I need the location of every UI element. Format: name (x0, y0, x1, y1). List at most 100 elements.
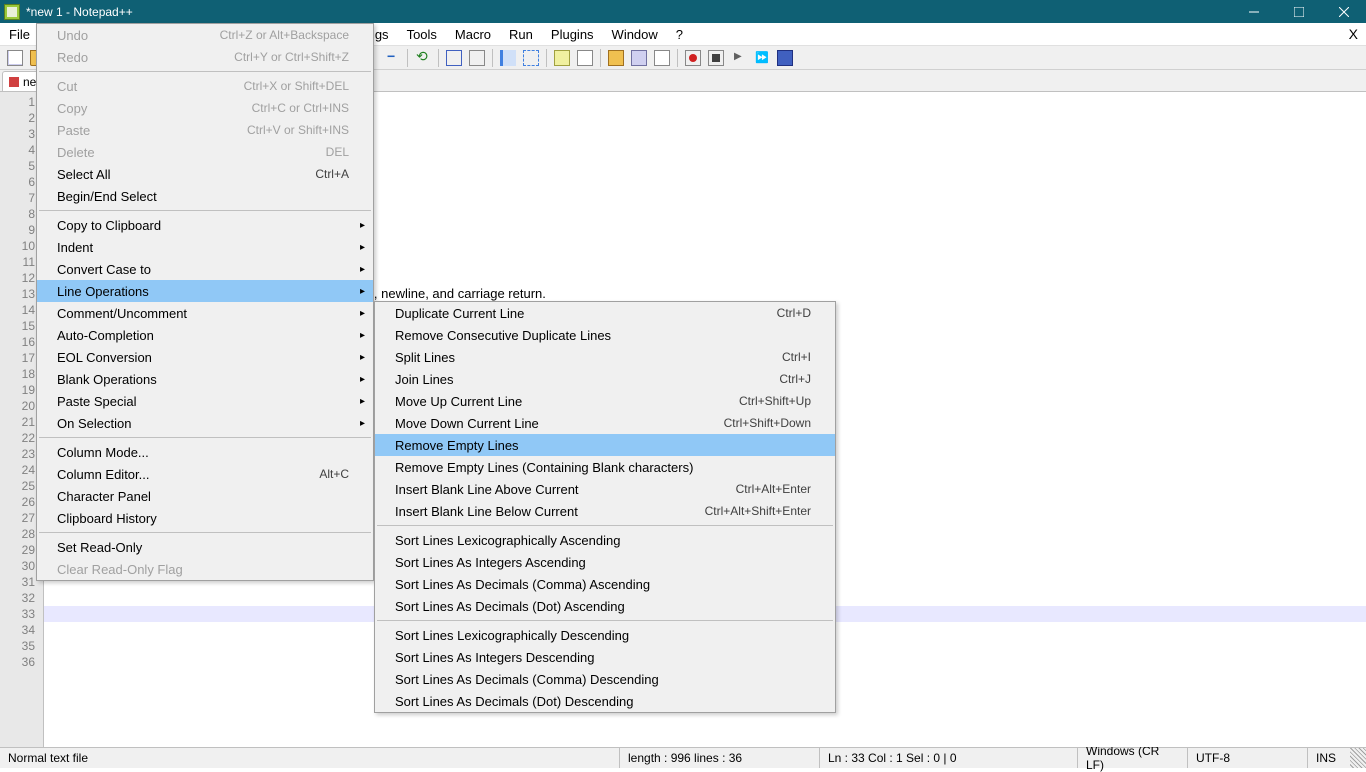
edit-menu-item-line-operations[interactable]: Line Operations▸ (37, 280, 373, 302)
toolbar-guide-button[interactable] (520, 47, 542, 69)
toolbar-mon-button[interactable] (628, 47, 650, 69)
toolbar-new-button[interactable] (4, 47, 26, 69)
lineops-item-duplicate-current-line[interactable]: Duplicate Current LineCtrl+D (375, 302, 835, 324)
menu-item-shortcut: DEL (326, 145, 349, 159)
lineops-item-sort-lines-as-decimals-dot-ascending[interactable]: Sort Lines As Decimals (Dot) Ascending (375, 595, 835, 617)
menu-item-label: Sort Lines As Integers Descending (395, 650, 811, 665)
menu-run[interactable]: Run (500, 23, 542, 45)
edit-menu-item-set-read-only[interactable]: Set Read-Only (37, 536, 373, 558)
lineops-item-remove-consecutive-duplicate-lines[interactable]: Remove Consecutive Duplicate Lines (375, 324, 835, 346)
sync-icon (415, 50, 431, 66)
toolbar-ff-button[interactable] (751, 47, 773, 69)
maximize-button[interactable] (1276, 0, 1321, 23)
menu-item-shortcut: Ctrl+D (777, 306, 811, 320)
lineops-item-move-up-current-line[interactable]: Move Up Current LineCtrl+Shift+Up (375, 390, 835, 412)
status-bar: Normal text file length : 996 lines : 36… (0, 747, 1366, 768)
edit-menu-item-column-mode[interactable]: Column Mode... (37, 441, 373, 463)
toolbar-indent-button[interactable] (497, 47, 519, 69)
menu-tools[interactable]: Tools (398, 23, 446, 45)
toolbar-separator (677, 49, 678, 67)
submenu-arrow-icon: ▸ (360, 220, 365, 231)
toolbar-stop-button[interactable] (705, 47, 727, 69)
toolbar-sync-button[interactable] (412, 47, 434, 69)
edit-menu-item-undo: UndoCtrl+Z or Alt+Backspace (37, 24, 373, 46)
menu-item-label: Cut (57, 79, 244, 94)
menu-help[interactable]: ? (667, 23, 692, 45)
edit-menu-item-column-editor[interactable]: Column Editor...Alt+C (37, 463, 373, 485)
lineops-separator (377, 525, 833, 526)
toolbar-lang-button[interactable] (551, 47, 573, 69)
edit-menu-item-begin-end-select[interactable]: Begin/End Select (37, 185, 373, 207)
menu-item-label: Sort Lines As Decimals (Comma) Descendin… (395, 672, 811, 687)
menu-item-shortcut: Ctrl+X or Shift+DEL (244, 79, 349, 93)
toolbar-folder-button[interactable] (605, 47, 627, 69)
toolbar-separator (600, 49, 601, 67)
menu-item-label: Set Read-Only (57, 540, 349, 555)
savem-icon (777, 50, 793, 66)
close-button[interactable] (1321, 0, 1366, 23)
edit-menu-item-copy-to-clipboard[interactable]: Copy to Clipboard▸ (37, 214, 373, 236)
lineops-item-insert-blank-line-above-current[interactable]: Insert Blank Line Above CurrentCtrl+Alt+… (375, 478, 835, 500)
menu-item-label: EOL Conversion (57, 350, 349, 365)
lineops-item-remove-empty-lines[interactable]: Remove Empty Lines (375, 434, 835, 456)
chars-icon (469, 50, 485, 66)
submenu-arrow-icon: ▸ (360, 308, 365, 319)
line-number: 35 (0, 638, 43, 654)
edit-menu-item-indent[interactable]: Indent▸ (37, 236, 373, 258)
toolbar-separator (492, 49, 493, 67)
edit-menu-item-paste-special[interactable]: Paste Special ▸ (37, 390, 373, 412)
edit-menu-item-select-all[interactable]: Select AllCtrl+A (37, 163, 373, 185)
resize-grip[interactable] (1350, 748, 1366, 768)
menu-window[interactable]: Window (603, 23, 667, 45)
wrap-icon (446, 50, 462, 66)
menu-item-label: On Selection (57, 416, 349, 431)
toolbar-chars-button[interactable] (466, 47, 488, 69)
edit-menu-item-blank-operations[interactable]: Blank Operations▸ (37, 368, 373, 390)
lineops-item-sort-lines-as-decimals-comma-ascending[interactable]: Sort Lines As Decimals (Comma) Ascending (375, 573, 835, 595)
edit-menu-item-cut: CutCtrl+X or Shift+DEL (37, 75, 373, 97)
line-number: 34 (0, 622, 43, 638)
menubar-close-icon[interactable]: X (1341, 23, 1366, 45)
toolbar-doc-button[interactable] (651, 47, 673, 69)
menu-item-shortcut: Ctrl+C or Ctrl+INS (252, 101, 349, 115)
lineops-item-sort-lines-lexicographically-descending[interactable]: Sort Lines Lexicographically Descending (375, 624, 835, 646)
zoomout-icon (384, 50, 400, 66)
menu-file[interactable]: File (0, 23, 39, 45)
lineops-item-sort-lines-as-integers-descending[interactable]: Sort Lines As Integers Descending (375, 646, 835, 668)
menu-plugins[interactable]: Plugins (542, 23, 603, 45)
lineops-item-remove-empty-lines-containing-blank-characters[interactable]: Remove Empty Lines (Containing Blank cha… (375, 456, 835, 478)
menu-item-label: Redo (57, 50, 234, 65)
toolbar-play-button[interactable] (728, 47, 750, 69)
edit-menu-item-on-selection[interactable]: On Selection▸ (37, 412, 373, 434)
edit-menu-item-auto-completion[interactable]: Auto-Completion▸ (37, 324, 373, 346)
menu-macro[interactable]: Macro (446, 23, 500, 45)
minimize-button[interactable] (1231, 0, 1276, 23)
tab-label: ne (23, 75, 36, 89)
menu-item-label: Paste Special (57, 394, 349, 409)
submenu-arrow-icon: ▸ (360, 374, 365, 385)
edit-menu-item-comment-uncomment[interactable]: Comment/Uncomment▸ (37, 302, 373, 324)
lineops-item-join-lines[interactable]: Join LinesCtrl+J (375, 368, 835, 390)
menu-item-label: Begin/End Select (57, 189, 349, 204)
edit-menu-item-convert-case-to[interactable]: Convert Case to▸ (37, 258, 373, 280)
stop-icon (708, 50, 724, 66)
lineops-item-sort-lines-lexicographically-ascending[interactable]: Sort Lines Lexicographically Ascending (375, 529, 835, 551)
submenu-arrow-icon: ▸ (360, 396, 365, 407)
lineops-item-split-lines[interactable]: Split LinesCtrl+I (375, 346, 835, 368)
toolbar-wrap-button[interactable] (443, 47, 465, 69)
toolbar-doc-button[interactable] (574, 47, 596, 69)
status-position: Ln : 33 Col : 1 Sel : 0 | 0 (820, 748, 1078, 768)
lineops-item-insert-blank-line-below-current[interactable]: Insert Blank Line Below CurrentCtrl+Alt+… (375, 500, 835, 522)
edit-menu-item-eol-conversion[interactable]: EOL Conversion▸ (37, 346, 373, 368)
status-eol: Windows (CR LF) (1078, 748, 1188, 768)
edit-menu-item-clipboard-history[interactable]: Clipboard History (37, 507, 373, 529)
lineops-item-sort-lines-as-integers-ascending[interactable]: Sort Lines As Integers Ascending (375, 551, 835, 573)
edit-menu-separator (39, 532, 371, 533)
lineops-item-sort-lines-as-decimals-comma-descending[interactable]: Sort Lines As Decimals (Comma) Descendin… (375, 668, 835, 690)
lineops-item-move-down-current-line[interactable]: Move Down Current LineCtrl+Shift+Down (375, 412, 835, 434)
toolbar-zoomout-button[interactable] (381, 47, 403, 69)
toolbar-rec-button[interactable] (682, 47, 704, 69)
toolbar-savem-button[interactable] (774, 47, 796, 69)
lineops-item-sort-lines-as-decimals-dot-descending[interactable]: Sort Lines As Decimals (Dot) Descending (375, 690, 835, 712)
edit-menu-item-character-panel[interactable]: Character Panel (37, 485, 373, 507)
